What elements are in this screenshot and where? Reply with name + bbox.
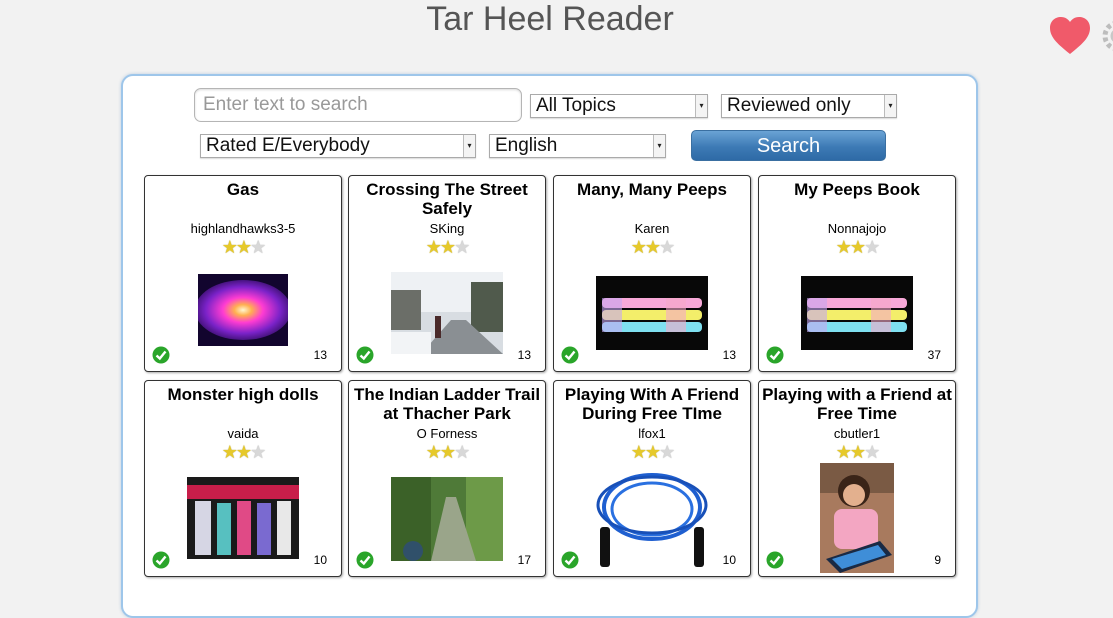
rating-select[interactable]: Rated E/Everybody ▾ [200,134,476,158]
review-select[interactable]: Reviewed only ▾ [721,94,897,118]
rating-stars: ★★★ [835,237,880,257]
search-button[interactable]: Search [691,130,886,161]
heart-icon[interactable] [1049,16,1091,56]
rating-stars: ★★★ [221,237,266,257]
select-arrow-icon: ▾ [463,135,475,157]
language-select[interactable]: English ▾ [489,134,666,158]
book-cover-image[interactable] [801,276,913,350]
book-title[interactable]: Gas [147,180,339,199]
book-author: O Forness [416,426,478,441]
page-count: 10 [313,553,327,567]
book-card[interactable]: Playing With A Friend During Free TIme l… [553,380,751,577]
reviewed-check-icon [356,551,374,569]
book-title[interactable]: Playing with a Friend at Free Time [761,385,953,423]
rating-stars: ★★★ [630,237,675,257]
page-count: 37 [927,348,941,362]
book-card[interactable]: Monster high dolls vaida ★★★ 10 [144,380,342,577]
page-count: 13 [517,348,531,362]
search-input[interactable] [194,88,522,122]
page-count: 13 [722,348,736,362]
rating-stars: ★★★ [425,442,470,462]
review-select-value: Reviewed only [727,95,851,116]
page-count: 10 [722,553,736,567]
book-author: lfox1 [638,426,666,441]
select-arrow-icon: ▾ [884,95,896,117]
reviewed-check-icon [561,551,579,569]
page-count: 9 [934,553,941,567]
book-cover-image[interactable] [198,274,288,346]
book-cover-image[interactable] [391,477,503,561]
topic-select-value: All Topics [536,95,616,116]
book-title[interactable]: The Indian Ladder Trail at Thacher Park [351,385,543,423]
book-cover-image[interactable] [391,272,503,354]
book-cover-image[interactable] [820,463,894,573]
book-card[interactable]: My Peeps Book Nonnajojo ★★★ 37 [758,175,956,372]
book-card[interactable]: Crossing The Street Safely SKing ★★★ 13 [348,175,546,372]
gear-icon[interactable] [1100,18,1113,54]
page-count: 17 [517,553,531,567]
rating-stars: ★★★ [425,237,470,257]
book-title[interactable]: Playing With A Friend During Free TIme [556,385,748,423]
reviewed-check-icon [152,346,170,364]
book-author: SKing [429,221,465,236]
reviewed-check-icon [152,551,170,569]
book-title[interactable]: Monster high dolls [147,385,339,404]
reviewed-check-icon [561,346,579,364]
select-arrow-icon: ▾ [653,135,665,157]
book-author: highlandhawks3-5 [190,221,296,236]
book-title[interactable]: Crossing The Street Safely [351,180,543,218]
rating-stars: ★★★ [630,442,675,462]
book-card[interactable]: Playing with a Friend at Free Time cbutl… [758,380,956,577]
rating-select-value: Rated E/Everybody [206,135,370,156]
rating-stars: ★★★ [221,442,266,462]
page-count: 13 [313,348,327,362]
book-cover-image[interactable] [596,276,708,350]
book-title[interactable]: My Peeps Book [761,180,953,199]
book-card[interactable]: Many, Many Peeps Karen ★★★ 13 [553,175,751,372]
rating-stars: ★★★ [835,442,880,462]
reviewed-check-icon [356,346,374,364]
book-card[interactable]: The Indian Ladder Trail at Thacher Park … [348,380,546,577]
book-author: vaida [227,426,259,441]
book-author: Karen [634,221,670,236]
book-cover-image[interactable] [582,467,722,571]
book-author: Nonnajojo [827,221,887,236]
site-title[interactable]: Tar Heel Reader [0,0,1100,38]
topic-select[interactable]: All Topics ▾ [530,94,708,118]
reviewed-check-icon [766,551,784,569]
book-card[interactable]: Gas highlandhawks3-5 ★★★ 13 [144,175,342,372]
language-select-value: English [495,135,558,156]
select-arrow-icon: ▾ [695,95,707,117]
book-cover-image[interactable] [187,477,299,559]
reviewed-check-icon [766,346,784,364]
book-title[interactable]: Many, Many Peeps [556,180,748,199]
book-author: cbutler1 [833,426,881,441]
